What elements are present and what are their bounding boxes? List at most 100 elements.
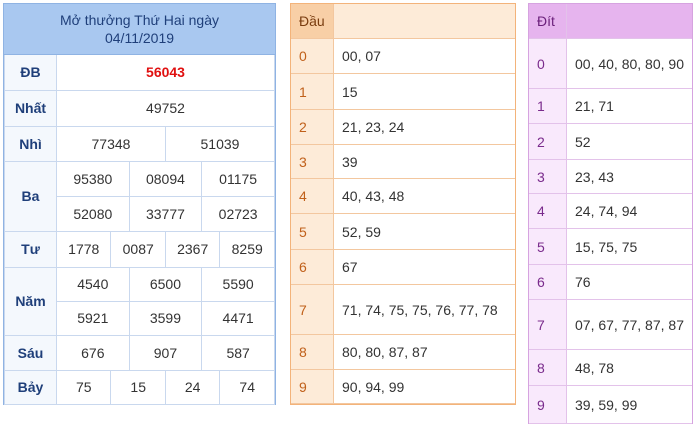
dau-values: 00, 07 xyxy=(333,38,515,74)
prize-label-sau: Sáu xyxy=(4,334,57,371)
dau-row: 1 15 xyxy=(291,73,515,110)
dit-row: 7 07, 67, 77, 87, 87 xyxy=(529,299,692,350)
dit-values: 39, 59, 99 xyxy=(566,385,692,424)
prize-ba-value: 95380 xyxy=(56,160,130,197)
prize-label-bay: Bảy xyxy=(4,369,57,405)
dau-values: 40, 43, 48 xyxy=(333,178,515,214)
dau-values: 67 xyxy=(333,249,515,285)
results-table: Mở thưởng Thứ Hai ngày 04/11/2019 ĐB 560… xyxy=(3,3,276,405)
dau-values: 21, 23, 24 xyxy=(333,109,515,145)
prize-label-nhat: Nhất xyxy=(4,89,57,127)
dau-values: 80, 80, 87, 87 xyxy=(333,334,515,370)
dit-row: 1 21, 71 xyxy=(529,88,692,124)
dit-row: 4 24, 74, 94 xyxy=(529,193,692,229)
dit-header: Đít xyxy=(529,4,567,39)
prize-nhi-value: 77348 xyxy=(56,125,166,162)
results-title: Mở thưởng Thứ Hai ngày 04/11/2019 xyxy=(4,4,275,55)
prize-sau-value: 587 xyxy=(201,334,275,371)
prize-nam-value: 6500 xyxy=(128,266,203,302)
prize-row-nhi: Nhì 77348 51039 xyxy=(4,125,276,162)
prize-bay-value: 15 xyxy=(110,369,166,405)
dau-values: 52, 59 xyxy=(333,213,515,250)
dau-values: 90, 94, 99 xyxy=(333,369,515,404)
prize-ba-value: 01175 xyxy=(201,160,275,197)
prize-nam-value: 3599 xyxy=(128,300,203,336)
dau-row: 4 40, 43, 48 xyxy=(291,178,515,214)
results-date: 04/11/2019 xyxy=(104,30,175,46)
dit-key: 2 xyxy=(529,123,567,160)
dit-row: 0 00, 40, 80, 80, 90 xyxy=(529,38,692,89)
dit-key: 7 xyxy=(529,299,567,350)
dit-values: 76 xyxy=(566,264,692,300)
prize-row-db: ĐB 56043 xyxy=(4,55,275,91)
results-title-line1: Mở thưởng Thứ Hai ngày xyxy=(59,12,220,28)
prize-grid: ĐB 56043 Nhất 49752 Nhì 77348 51039 Ba 9… xyxy=(4,55,276,405)
dau-header-row: Đầu xyxy=(291,4,515,39)
prize-label-tu: Tư xyxy=(4,230,57,268)
dit-values: 24, 74, 94 xyxy=(566,193,692,229)
prize-ba-value: 08094 xyxy=(128,160,203,197)
dau-key: 3 xyxy=(291,144,334,179)
dit-values: 23, 43 xyxy=(566,159,692,194)
dau-key: 5 xyxy=(291,213,334,250)
dit-key: 3 xyxy=(529,159,567,194)
dau-values: 15 xyxy=(333,73,515,110)
dau-key: 8 xyxy=(291,334,334,370)
dit-values: 00, 40, 80, 80, 90 xyxy=(566,38,692,89)
prize-ba-value: 02723 xyxy=(201,195,275,232)
prize-tu-value: 8259 xyxy=(219,230,275,268)
dit-values: 48, 78 xyxy=(566,349,692,386)
prize-row-bay: Bảy 75 15 24 74 xyxy=(4,369,275,405)
dit-row: 9 39, 59, 99 xyxy=(529,385,692,424)
dit-key: 0 xyxy=(529,38,567,89)
dau-key: 7 xyxy=(291,284,334,335)
dau-row: 0 00, 07 xyxy=(291,38,515,74)
dau-key: 1 xyxy=(291,73,334,110)
prize-tu-value: 1778 xyxy=(55,230,112,268)
prize-label-nhi: Nhì xyxy=(4,125,57,162)
prize-ba-value: 52080 xyxy=(56,195,130,232)
prize-nam-value: 4540 xyxy=(56,266,130,302)
prize-row-tu: Tư 1778 0087 2367 8259 xyxy=(4,230,275,268)
dit-key: 4 xyxy=(529,193,567,229)
prize-label-db: ĐB xyxy=(4,55,57,91)
prize-row-ba: Ba 95380 08094 01175 xyxy=(4,160,275,232)
dit-values: 07, 67, 77, 87, 87 xyxy=(566,299,692,350)
dit-header-row: Đít xyxy=(529,4,692,39)
prize-nhat-value: 49752 xyxy=(56,89,275,127)
dit-row: 6 76 xyxy=(529,264,692,300)
dau-row: 2 21, 23, 24 xyxy=(291,109,515,145)
prize-nam-value: 4471 xyxy=(201,300,275,336)
prize-sau-value: 676 xyxy=(56,334,130,371)
dau-values: 39 xyxy=(333,144,515,179)
dit-key: 9 xyxy=(529,385,567,424)
prize-label-nam: Năm xyxy=(4,266,57,336)
dit-key: 8 xyxy=(529,349,567,386)
dau-values: 71, 74, 75, 75, 76, 77, 78 xyxy=(333,284,515,335)
dau-row: 7 71, 74, 75, 75, 76, 77, 78 xyxy=(291,284,515,335)
dau-header-blank xyxy=(333,4,515,39)
dit-header-blank xyxy=(566,4,692,39)
dit-key: 6 xyxy=(529,264,567,300)
dit-values: 21, 71 xyxy=(566,88,692,124)
dit-row: 2 52 xyxy=(529,123,692,160)
prize-nhi-value: 51039 xyxy=(164,125,276,162)
prize-bay-value: 24 xyxy=(164,369,221,405)
dau-row: 6 67 xyxy=(291,249,515,285)
dit-row: 3 23, 43 xyxy=(529,159,692,194)
dau-row: 8 80, 80, 87, 87 xyxy=(291,334,515,370)
dau-key: 6 xyxy=(291,249,334,285)
dau-table: Đầu 0 00, 07 1 15 2 21, 23, 24 3 39 4 40, 43,… xyxy=(290,3,516,405)
dau-key: 9 xyxy=(291,369,334,404)
dau-header: Đầu xyxy=(291,4,334,39)
prize-bay-value: 74 xyxy=(219,369,275,405)
prize-tu-value: 0087 xyxy=(110,230,166,268)
dau-key: 4 xyxy=(291,178,334,214)
dit-key: 5 xyxy=(529,228,567,265)
dit-row: 5 15, 75, 75 xyxy=(529,228,692,265)
dit-table: Đít 0 00, 40, 80, 80, 90 1 21, 71 2 52 3 23,… xyxy=(528,3,693,424)
dau-row: 5 52, 59 xyxy=(291,213,515,250)
prize-sau-value: 907 xyxy=(128,334,203,371)
dit-values: 52 xyxy=(566,123,692,160)
prize-bay-value: 75 xyxy=(55,369,112,405)
